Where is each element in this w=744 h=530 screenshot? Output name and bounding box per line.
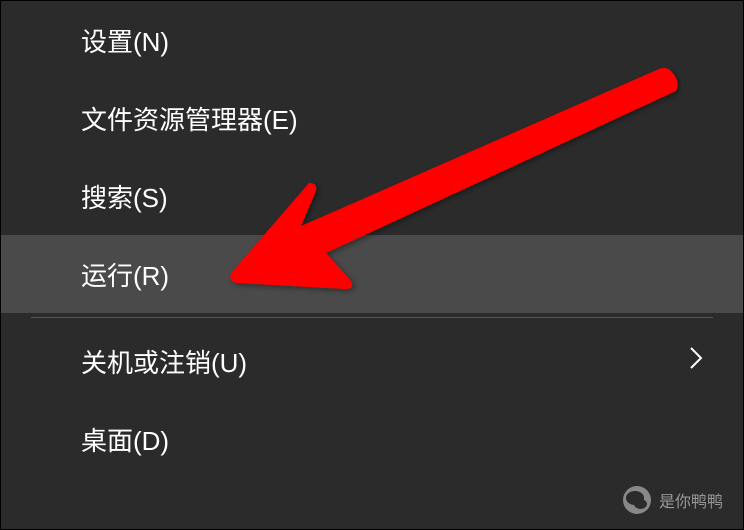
menu-item-label: 设置(N) <box>81 22 169 59</box>
menu-item-desktop[interactable]: 桌面(D) <box>1 400 743 478</box>
menu-item-shutdown[interactable]: 关机或注销(U) <box>1 322 743 400</box>
menu-item-run[interactable]: 运行(R) <box>1 235 743 313</box>
watermark-text: 是你鸭鸭 <box>659 488 723 512</box>
menu-item-label: 搜索(S) <box>81 178 168 215</box>
menu-item-label: 运行(R) <box>81 256 169 293</box>
menu-item-label: 文件资源管理器(E) <box>81 100 298 137</box>
menu-item-label: 桌面(D) <box>81 421 169 458</box>
menu-separator <box>31 317 713 318</box>
menu-item-search[interactable]: 搜索(S) <box>1 157 743 235</box>
chevron-right-icon <box>689 345 703 377</box>
watermark: 是你鸭鸭 <box>623 486 723 514</box>
menu-item-label: 关机或注销(U) <box>81 343 247 380</box>
context-menu: 设置(N) 文件资源管理器(E) 搜索(S) 运行(R) 关机或注销(U) 桌面… <box>1 1 743 529</box>
menu-item-settings[interactable]: 设置(N) <box>1 1 743 79</box>
wechat-icon <box>623 486 651 514</box>
menu-item-file-explorer[interactable]: 文件资源管理器(E) <box>1 79 743 157</box>
